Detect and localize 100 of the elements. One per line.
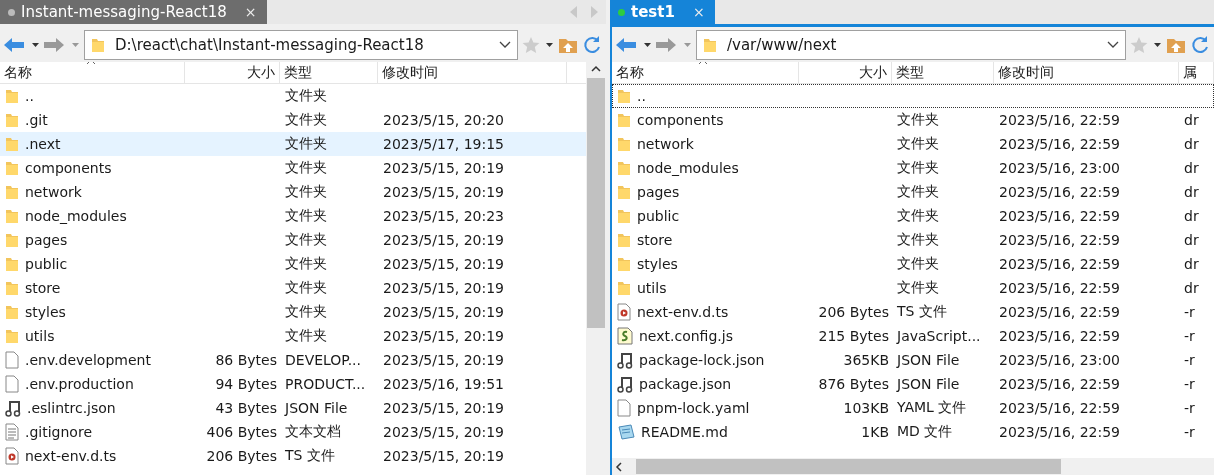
- music-note-icon: [617, 375, 633, 393]
- star-button[interactable]: [522, 35, 554, 54]
- column-header[interactable]: 类型: [280, 62, 378, 83]
- folder-icon: [5, 256, 19, 272]
- file-name: components: [25, 160, 112, 176]
- file-row[interactable]: .next 文件夹 2023/5/17, 19:15: [0, 132, 586, 156]
- file-row[interactable]: utils 文件夹 2023/5/15, 20:19: [0, 324, 586, 348]
- column-header[interactable]: 修改时间: [994, 62, 1179, 83]
- file-row[interactable]: network 文件夹 2023/5/16, 22:59 dr: [612, 132, 1214, 156]
- file-type: 文件夹: [285, 159, 327, 177]
- star-button[interactable]: [1130, 35, 1162, 54]
- file-attributes: dr: [1184, 184, 1199, 200]
- file-row[interactable]: components 文件夹 2023/5/16, 22:59 dr: [612, 108, 1214, 132]
- tab[interactable]: Instant-messaging-React18 ×: [0, 0, 267, 24]
- modified-time: 2023/5/16, 22:59: [999, 256, 1121, 272]
- file-type: 文本文档: [285, 423, 341, 441]
- forward-button[interactable]: [44, 36, 80, 53]
- modified-time: 2023/5/15, 20:19: [383, 448, 505, 464]
- file-row[interactable]: public 文件夹 2023/5/16, 22:59 dr: [612, 204, 1214, 228]
- file-size: 206 Bytes: [206, 448, 277, 464]
- file-row[interactable]: components 文件夹 2023/5/15, 20:19: [0, 156, 586, 180]
- file-size: 206 Bytes: [818, 304, 889, 320]
- file-row[interactable]: .env.production 94 Bytes PRODUCT... 2023/5/16, 19:51: [0, 372, 586, 396]
- file-type: 文件夹: [897, 207, 939, 225]
- refresh-icon[interactable]: [1190, 34, 1210, 55]
- folder-icon: [617, 160, 631, 176]
- file-type: 文件夹: [285, 231, 327, 249]
- back-button[interactable]: [4, 36, 40, 53]
- address-field[interactable]: /var/www/next: [696, 29, 1126, 60]
- close-button[interactable]: ×: [244, 4, 257, 20]
- column-header[interactable]: 名称: [612, 62, 799, 83]
- vertical-scrollbar[interactable]: [586, 62, 606, 475]
- chevron-down-icon[interactable]: [1107, 40, 1119, 49]
- file-name: .env.development: [25, 352, 151, 368]
- file-row[interactable]: network 文件夹 2023/5/15, 20:19: [0, 180, 586, 204]
- file-attributes: dr: [1184, 232, 1199, 248]
- file-row[interactable]: pages 文件夹 2023/5/16, 22:59 dr: [612, 180, 1214, 204]
- file-row[interactable]: .eslintrc.json 43 Bytes JSON File 2023/5/15, 20:19: [0, 396, 586, 420]
- file-type: JSON File: [285, 400, 348, 416]
- file-attributes: dr: [1184, 160, 1199, 176]
- file-row[interactable]: .git 文件夹 2023/5/15, 20:20: [0, 108, 586, 132]
- forward-button[interactable]: [656, 36, 692, 53]
- file-type: 文件夹: [897, 159, 939, 177]
- column-header[interactable]: 大小: [799, 62, 892, 83]
- file-row[interactable]: next.config.js 215 Bytes JavaScript... 2023/5/16, 22:59 -r: [612, 324, 1214, 348]
- column-header[interactable]: 类型: [892, 62, 994, 83]
- folder-icon: [617, 232, 631, 248]
- modified-time: 2023/5/16, 22:59: [999, 400, 1121, 416]
- refresh-icon[interactable]: [582, 34, 602, 55]
- file-name: README.md: [641, 424, 728, 440]
- file-row[interactable]: .env.development 86 Bytes DEVELOP... 2023/5/15, 20:19: [0, 348, 586, 372]
- folder-icon: [5, 112, 19, 128]
- file-type: 文件夹: [285, 111, 327, 129]
- file-row[interactable]: .gitignore 406 Bytes 文本文档 2023/5/15, 20:19: [0, 420, 586, 444]
- folder-icon: [5, 136, 19, 152]
- folder-icon: [617, 256, 631, 272]
- file-size: 94 Bytes: [215, 376, 277, 392]
- file-row[interactable]: store 文件夹 2023/5/16, 22:59 dr: [612, 228, 1214, 252]
- file-row[interactable]: styles 文件夹 2023/5/16, 22:59 dr: [612, 252, 1214, 276]
- file-row[interactable]: store 文件夹 2023/5/15, 20:19: [0, 276, 586, 300]
- file-row[interactable]: next-env.d.ts 206 Bytes TS 文件 2023/5/15, 20:19: [0, 444, 586, 468]
- file-type: TS 文件: [285, 447, 335, 465]
- column-header[interactable]: 名称: [0, 62, 185, 83]
- file-row[interactable]: .. 文件夹: [0, 84, 586, 108]
- modified-time: 2023/5/16, 22:59: [999, 424, 1121, 440]
- file-row[interactable]: public 文件夹 2023/5/15, 20:19: [0, 252, 586, 276]
- file-row[interactable]: node_modules 文件夹 2023/5/15, 20:23: [0, 204, 586, 228]
- modified-time: 2023/5/16, 22:59: [999, 328, 1121, 344]
- modified-time: 2023/5/15, 20:19: [383, 352, 505, 368]
- file-type: MD 文件: [897, 423, 953, 441]
- tab[interactable]: test1 ×: [610, 0, 715, 24]
- file-row[interactable]: node_modules 文件夹 2023/5/16, 23:00 dr: [612, 156, 1214, 180]
- file-name: ..: [637, 88, 646, 104]
- music-note-icon: [5, 399, 21, 417]
- file-row[interactable]: ..: [612, 84, 1214, 108]
- back-button[interactable]: [616, 36, 652, 53]
- file-name: node_modules: [637, 160, 739, 176]
- file-row[interactable]: pnpm-lock.yaml 103KB YAML 文件 2023/5/16, 22:59 -r: [612, 396, 1214, 420]
- file-name: pages: [25, 232, 68, 248]
- file-type: 文件夹: [285, 207, 327, 225]
- file-row[interactable]: pages 文件夹 2023/5/15, 20:19: [0, 228, 586, 252]
- file-type: 文件夹: [285, 135, 327, 153]
- column-header[interactable]: 属: [1179, 62, 1214, 83]
- file-row[interactable]: utils 文件夹 2023/5/16, 22:59 dr: [612, 276, 1214, 300]
- column-header[interactable]: 大小: [185, 62, 280, 83]
- file-row[interactable]: package-lock.json 365KB JSON File 2023/5/16, 23:00 -r: [612, 348, 1214, 372]
- column-header[interactable]: 修改时间: [378, 62, 567, 83]
- file-row[interactable]: package.json 876 Bytes JSON File 2023/5/16, 22:59 -r: [612, 372, 1214, 396]
- file-row[interactable]: styles 文件夹 2023/5/15, 20:19: [0, 300, 586, 324]
- file-row[interactable]: README.md 1KB MD 文件 2023/5/16, 22:59 -r: [612, 420, 1214, 444]
- file-name: components: [637, 112, 724, 128]
- chevron-down-icon[interactable]: [499, 40, 511, 49]
- file-type: JavaScript...: [897, 328, 981, 344]
- address-field[interactable]: D:\react\chat\Instant-messaging-React18: [84, 29, 518, 60]
- close-button[interactable]: ×: [692, 4, 705, 20]
- file-row[interactable]: next-env.d.ts 206 Bytes TS 文件 2023/5/16, 22:59 -r: [612, 300, 1214, 324]
- file-name: network: [637, 136, 694, 152]
- folder-icon: [5, 88, 19, 104]
- file-type: 文件夹: [285, 255, 327, 273]
- file-attributes: dr: [1184, 208, 1199, 224]
